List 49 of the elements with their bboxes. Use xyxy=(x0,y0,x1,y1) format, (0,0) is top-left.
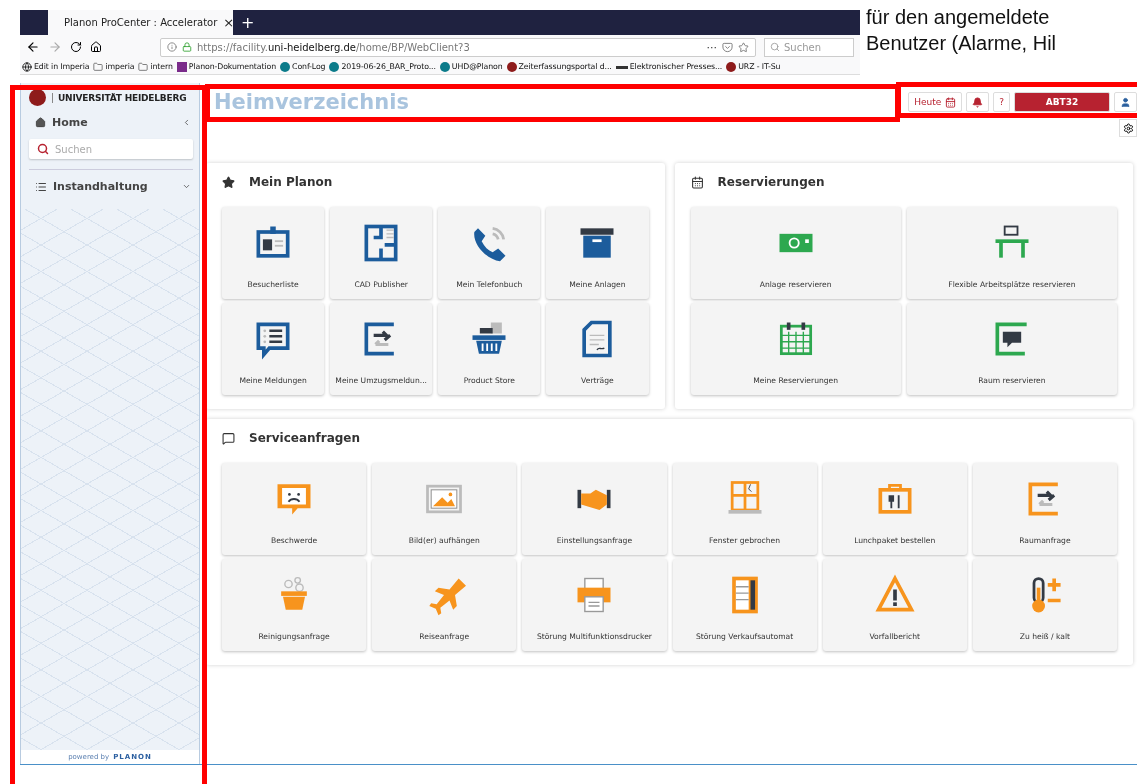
user-icon xyxy=(1120,96,1131,108)
seal-icon xyxy=(726,61,737,72)
annotation-text: Benutzer (Alarme, Hil xyxy=(866,31,1058,56)
university-logo-text: UNIVERSITÄT HEIDELBERG xyxy=(52,92,187,103)
home-icon xyxy=(35,117,46,128)
section-title: Mein Planon xyxy=(249,175,333,189)
annotation-text: für den angemeldete xyxy=(866,5,1051,30)
seal-icon xyxy=(506,61,517,72)
back-icon[interactable] xyxy=(26,40,40,54)
more-button[interactable]: ··· xyxy=(706,40,717,54)
comment-icon xyxy=(222,431,235,445)
section-title: Serviceanfragen xyxy=(249,431,361,445)
settings-button[interactable] xyxy=(1119,119,1137,137)
page-title: Heimverzeichnis xyxy=(214,91,409,113)
settings-icon xyxy=(1122,122,1134,134)
search-icon xyxy=(37,143,49,155)
today-button[interactable]: Heute xyxy=(908,92,963,112)
home-nav-item[interactable]: Home xyxy=(29,110,193,135)
tab-title: Planon ProCenter : Accelerator xyxy=(64,17,218,28)
star-icon[interactable] xyxy=(738,41,749,53)
lock-icon xyxy=(182,42,192,52)
help-button[interactable]: ? xyxy=(993,92,1010,112)
profile-button[interactable] xyxy=(1114,92,1137,112)
nav-item[interactable]: Instandhaltung xyxy=(29,174,193,199)
pocket-icon[interactable] xyxy=(722,41,733,53)
user-button[interactable]: ABT32 xyxy=(1014,92,1110,112)
cloud-icon xyxy=(280,61,291,72)
section-title: Reservierungen xyxy=(717,175,825,189)
notebook-icon xyxy=(176,61,187,72)
globe-icon xyxy=(22,61,32,72)
close-tab-button[interactable]: × xyxy=(223,15,235,30)
new-tab-button[interactable]: + xyxy=(241,13,255,32)
calendar-icon xyxy=(690,175,704,189)
url-text: https://facility.uni-heidelberg.de/home/BP/WebClient?3 xyxy=(197,41,470,53)
cloud-icon xyxy=(329,61,340,72)
search-icon xyxy=(770,42,780,52)
address-bar[interactable]: https://facility.uni-heidelberg.de/home/BP/WebClient?3 ··· xyxy=(160,37,756,57)
star-icon xyxy=(222,175,235,189)
list-icon xyxy=(35,180,47,193)
home-icon[interactable] xyxy=(90,41,102,53)
browser-tab[interactable]: Planon ProCenter : Accelerator × xyxy=(48,10,233,35)
bell-icon xyxy=(972,96,984,108)
info-icon xyxy=(167,42,177,52)
folder-icon xyxy=(138,61,149,72)
reload-icon[interactable] xyxy=(70,41,82,53)
cloud-icon xyxy=(439,61,450,72)
alarm-button[interactable] xyxy=(966,92,990,112)
folder-icon xyxy=(93,61,104,72)
calendar-icon xyxy=(945,96,957,108)
